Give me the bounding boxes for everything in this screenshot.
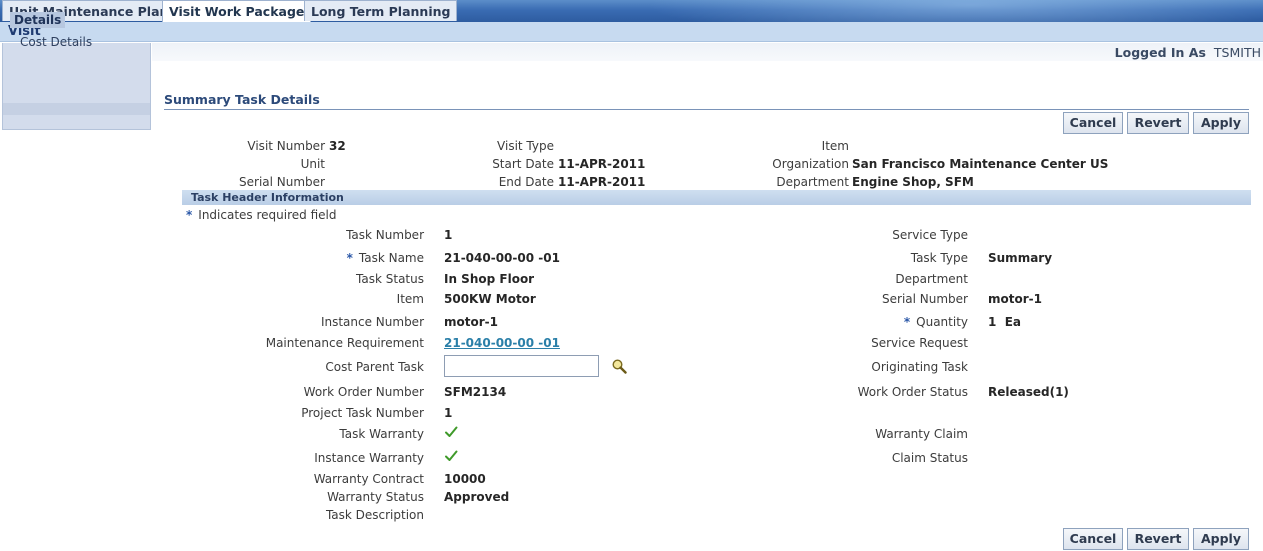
- maintenance-requirement-link[interactable]: 21-040-00-00 -01: [444, 336, 560, 350]
- start-date-value: 11-APR-2011: [558, 157, 646, 171]
- task-type-label: Task Type: [910, 251, 968, 265]
- task-number-label: Task Number: [346, 228, 424, 242]
- end-date-label: End Date: [498, 175, 554, 189]
- login-bar: [152, 43, 1263, 61]
- project-task-number-value: 1: [444, 406, 453, 420]
- quantity-uom: Ea: [1004, 315, 1022, 329]
- nav-item-details[interactable]: Details: [10, 12, 66, 28]
- apply-button-bottom[interactable]: Apply: [1193, 528, 1249, 550]
- work-order-number-label: Work Order Number: [303, 385, 424, 399]
- quantity-label-wrap: * Quantity: [904, 315, 968, 329]
- quantity-label: Quantity: [916, 315, 968, 329]
- instance-warranty-check-icon: [445, 450, 458, 461]
- task-header-section: Task Header Information: [182, 190, 1251, 205]
- section-title: Summary Task Details: [164, 92, 1249, 110]
- claim-status-label: Claim Status: [891, 451, 968, 465]
- warranty-contract-value: 10000: [444, 472, 486, 486]
- instance-number-value: motor-1: [444, 315, 498, 329]
- department-label: Department: [776, 175, 849, 189]
- serial-number-right-label: Serial Number: [882, 292, 968, 306]
- work-order-number-value: SFM2134: [444, 385, 507, 399]
- side-nav-strip: [3, 103, 150, 115]
- cancel-button-bottom[interactable]: Cancel: [1063, 528, 1123, 550]
- task-number-value: 1: [444, 228, 453, 242]
- department-value: Engine Shop, SFM: [852, 175, 974, 189]
- organization-label: Organization: [772, 157, 849, 171]
- visit-number-label: Visit Number: [247, 139, 325, 153]
- serial-number-right-value: motor-1: [988, 292, 1042, 306]
- sub-tab-bar: Visit: [0, 22, 1263, 42]
- department-right-label: Department: [895, 272, 968, 286]
- task-type-value: Summary: [988, 251, 1053, 265]
- warranty-status-value: Approved: [444, 490, 510, 504]
- revert-button-top[interactable]: Revert: [1127, 112, 1189, 134]
- organization-value: San Francisco Maintenance Center US: [852, 157, 1109, 171]
- tab-long-term-planning[interactable]: Long Term Planning: [304, 0, 458, 21]
- search-icon[interactable]: [611, 358, 627, 374]
- summary-item-label: Item: [821, 139, 849, 153]
- required-asterisk: *: [903, 315, 911, 329]
- required-field-note: * Indicates required field: [186, 208, 336, 222]
- cancel-button-top[interactable]: Cancel: [1063, 112, 1123, 134]
- task-warranty-check-icon: [445, 426, 458, 437]
- logged-in-label: Logged In As: [1114, 45, 1206, 60]
- required-field-text: Indicates required field: [198, 208, 337, 222]
- warranty-contract-label: Warranty Contract: [313, 472, 424, 486]
- visit-type-label: Visit Type: [497, 139, 554, 153]
- logged-in-user: TSMITH: [1213, 45, 1261, 60]
- start-date-label: Start Date: [492, 157, 554, 171]
- work-order-status-value: Released(1): [988, 385, 1069, 399]
- warranty-status-label: Warranty Status: [327, 490, 424, 504]
- task-name-label: Task Name: [358, 251, 424, 265]
- required-asterisk: *: [346, 251, 353, 265]
- end-date-value: 11-APR-2011: [558, 175, 646, 189]
- warranty-claim-label: Warranty Claim: [875, 427, 968, 441]
- visit-number-value: 32: [329, 139, 346, 153]
- item-value: 500KW Motor: [444, 292, 536, 306]
- task-status-label: Task Status: [356, 272, 424, 286]
- instance-number-label: Instance Number: [320, 315, 424, 329]
- instance-warranty-label: Instance Warranty: [314, 451, 424, 465]
- side-nav: [2, 43, 151, 130]
- cost-parent-task-label: Cost Parent Task: [325, 360, 424, 374]
- item-label: Item: [396, 292, 424, 306]
- apply-button-top[interactable]: Apply: [1193, 112, 1249, 134]
- task-name-label-wrap: * Task Name: [347, 251, 424, 265]
- required-asterisk: *: [186, 208, 193, 222]
- revert-button-bottom[interactable]: Revert: [1127, 528, 1189, 550]
- logged-in-info: Logged In As TSMITH: [1115, 45, 1261, 60]
- maintenance-requirement-label: Maintenance Requirement: [265, 336, 424, 350]
- task-description-label: Task Description: [325, 508, 424, 522]
- service-type-label: Service Type: [892, 228, 968, 242]
- originating-task-label: Originating Task: [871, 360, 968, 374]
- serial-number-label: Serial Number: [239, 175, 325, 189]
- nav-item-cost-details[interactable]: Cost Details: [20, 35, 92, 49]
- cost-parent-task-input[interactable]: [444, 355, 599, 377]
- quantity-value: 1 Ea: [988, 315, 1021, 329]
- quantity-number: 1: [988, 315, 997, 329]
- service-request-label: Service Request: [871, 336, 968, 350]
- task-status-value: In Shop Floor: [444, 272, 535, 286]
- work-order-status-label: Work Order Status: [857, 385, 968, 399]
- project-task-number-label: Project Task Number: [301, 406, 424, 420]
- task-name-value: 21-040-00-00 -01: [444, 251, 560, 265]
- tab-visit-work-package[interactable]: Visit Work Package: [162, 0, 312, 22]
- task-warranty-label: Task Warranty: [339, 427, 424, 441]
- unit-label: Unit: [300, 157, 325, 171]
